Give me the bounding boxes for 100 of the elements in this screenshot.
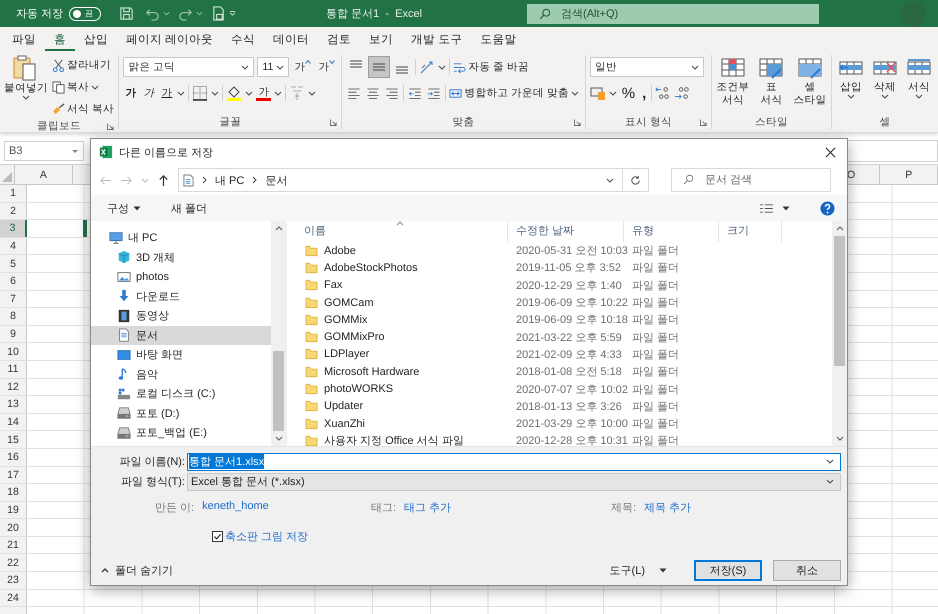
ribbon-tab[interactable]: 보기: [360, 28, 402, 50]
ribbon-tab[interactable]: 검토: [318, 28, 360, 50]
file-name[interactable]: GOMMixPro: [324, 331, 384, 344]
copy-button[interactable]: 복사: [52, 77, 114, 97]
column-header[interactable]: P: [880, 165, 938, 184]
increase-decimal-icon[interactable]: [655, 85, 672, 101]
customize-caret-icon[interactable]: [229, 11, 236, 16]
underline-button[interactable]: 가: [159, 86, 174, 100]
new-folder-button[interactable]: 새 폴더: [171, 200, 208, 216]
column-header[interactable]: 유형: [624, 221, 719, 242]
metadata-link[interactable]: 제목 추가: [644, 500, 692, 514]
decrease-decimal-icon[interactable]: [674, 85, 690, 101]
file-name[interactable]: Adobe: [324, 244, 356, 257]
ribbon-tab[interactable]: 삽입: [75, 28, 117, 50]
percent-style-button[interactable]: %: [620, 84, 638, 102]
up-arrow-icon[interactable]: [157, 174, 170, 186]
dialog-launcher-icon[interactable]: [107, 122, 114, 130]
text-orientation-icon[interactable]: [419, 59, 436, 75]
shrink-font-button[interactable]: 가: [316, 60, 338, 74]
scroll-up-icon[interactable]: [274, 226, 282, 231]
scrollbar[interactable]: [271, 221, 286, 446]
row-header[interactable]: 9: [0, 326, 27, 342]
row-header[interactable]: 1: [0, 185, 27, 202]
row-header[interactable]: 21: [0, 536, 27, 554]
nav-item[interactable]: 로컬 디스크 (C:): [91, 384, 271, 404]
row-header[interactable]: 23: [0, 572, 27, 589]
caret-icon[interactable]: [245, 90, 254, 96]
comma-style-button[interactable]: ,: [640, 84, 648, 102]
save-button[interactable]: 저장(S): [694, 560, 762, 580]
dialog-launcher-icon[interactable]: [574, 118, 581, 126]
column-header[interactable]: 이름: [296, 221, 508, 242]
print-preview-icon[interactable]: [211, 6, 226, 21]
row-header[interactable]: 13: [0, 396, 27, 413]
row-header[interactable]: 24: [0, 590, 27, 606]
nav-item[interactable]: 다운로드: [91, 286, 271, 306]
scrollbar-thumb[interactable]: [834, 236, 845, 366]
breadcrumb-item[interactable]: 문서: [265, 172, 288, 188]
conditional-formatting-button[interactable]: 조건부 서식: [716, 56, 750, 115]
font-size-dropdown[interactable]: 11: [257, 57, 290, 77]
font-name-dropdown[interactable]: 맑은 고딕: [123, 57, 254, 77]
delete-cells-button[interactable]: 삭제: [870, 56, 900, 115]
bold-button[interactable]: 가: [123, 86, 138, 100]
nav-item[interactable]: 포토 (D:): [91, 404, 271, 423]
ribbon-tab[interactable]: 페이지 레이아웃: [117, 28, 222, 50]
ribbon-tab[interactable]: 도움말: [471, 28, 526, 50]
file-name[interactable]: GOMCam: [324, 296, 374, 309]
row-header[interactable]: 11: [0, 360, 27, 378]
merge-center-button[interactable]: 병합하고 가운데 맞춤: [449, 83, 580, 103]
metadata-link[interactable]: keneth_home: [202, 500, 269, 514]
view-options-icon[interactable]: [759, 202, 774, 214]
nav-item[interactable]: 문서: [91, 326, 271, 345]
file-name[interactable]: photoWORKS: [324, 383, 394, 396]
row-header[interactable]: 15: [0, 431, 27, 448]
autosave-toggle[interactable]: 끔: [69, 6, 102, 20]
nav-item[interactable]: photos: [91, 267, 271, 286]
refresh-button[interactable]: [623, 168, 649, 192]
ribbon-tab[interactable]: 개발 도구: [402, 28, 472, 50]
row-header[interactable]: 8: [0, 308, 27, 325]
format-cells-button[interactable]: 서식: [904, 56, 934, 115]
nav-item[interactable]: 동영상: [91, 306, 271, 326]
row-header[interactable]: 20: [0, 519, 27, 536]
ribbon-tab[interactable]: 수식: [222, 28, 264, 50]
row-header[interactable]: 16: [0, 448, 27, 466]
row-header[interactable]: 14: [0, 414, 27, 430]
row-header[interactable]: 3: [0, 220, 27, 237]
checkbox[interactable]: [212, 530, 223, 542]
scroll-up-icon[interactable]: [836, 226, 844, 231]
file-name[interactable]: XuanZhi: [324, 418, 365, 430]
search-field[interactable]: 검색(Alt+Q): [527, 4, 820, 24]
scrollbar[interactable]: [832, 221, 847, 446]
caret-icon[interactable]: [308, 90, 316, 96]
file-name[interactable]: Fax: [324, 279, 342, 292]
column-header[interactable]: 수정한 날짜: [508, 221, 624, 242]
ribbon-tab[interactable]: 데이터: [264, 28, 318, 50]
file-name[interactable]: Updater: [324, 400, 364, 412]
insert-cells-button[interactable]: 삽입: [836, 56, 866, 115]
file-name[interactable]: GOMMix: [324, 314, 368, 326]
caret-icon[interactable]: [438, 64, 446, 70]
caret-icon[interactable]: [177, 90, 186, 96]
accounting-format-icon[interactable]: [590, 85, 606, 101]
nav-item[interactable]: 바탕 화면: [91, 345, 271, 364]
row-header[interactable]: 12: [0, 378, 27, 396]
caret-icon[interactable]: [211, 90, 220, 96]
column-header[interactable]: 크기: [719, 221, 782, 242]
caret-icon[interactable]: [608, 90, 617, 96]
nav-item[interactable]: 내 PC: [91, 228, 271, 248]
row-header[interactable]: 19: [0, 502, 27, 518]
dialog-launcher-icon[interactable]: [330, 118, 338, 126]
scroll-down-icon[interactable]: [274, 436, 282, 441]
row-header[interactable]: 10: [0, 343, 27, 360]
search-field[interactable]: 문서 검색: [671, 168, 831, 192]
file-name-field[interactable]: 통합 문서1.xlsx: [187, 452, 841, 470]
borders-icon[interactable]: [192, 85, 208, 101]
breadcrumb-item[interactable]: 내 PC: [215, 172, 244, 188]
file-name[interactable]: Microsoft Hardware: [324, 366, 420, 378]
row-header[interactable]: 2: [0, 202, 27, 220]
column-header[interactable]: A: [15, 165, 73, 184]
file-type-dropdown[interactable]: Excel 통합 문서 (*.xlsx): [187, 472, 841, 490]
tools-button[interactable]: 도구(L): [610, 562, 667, 578]
help-icon[interactable]: [820, 200, 835, 216]
